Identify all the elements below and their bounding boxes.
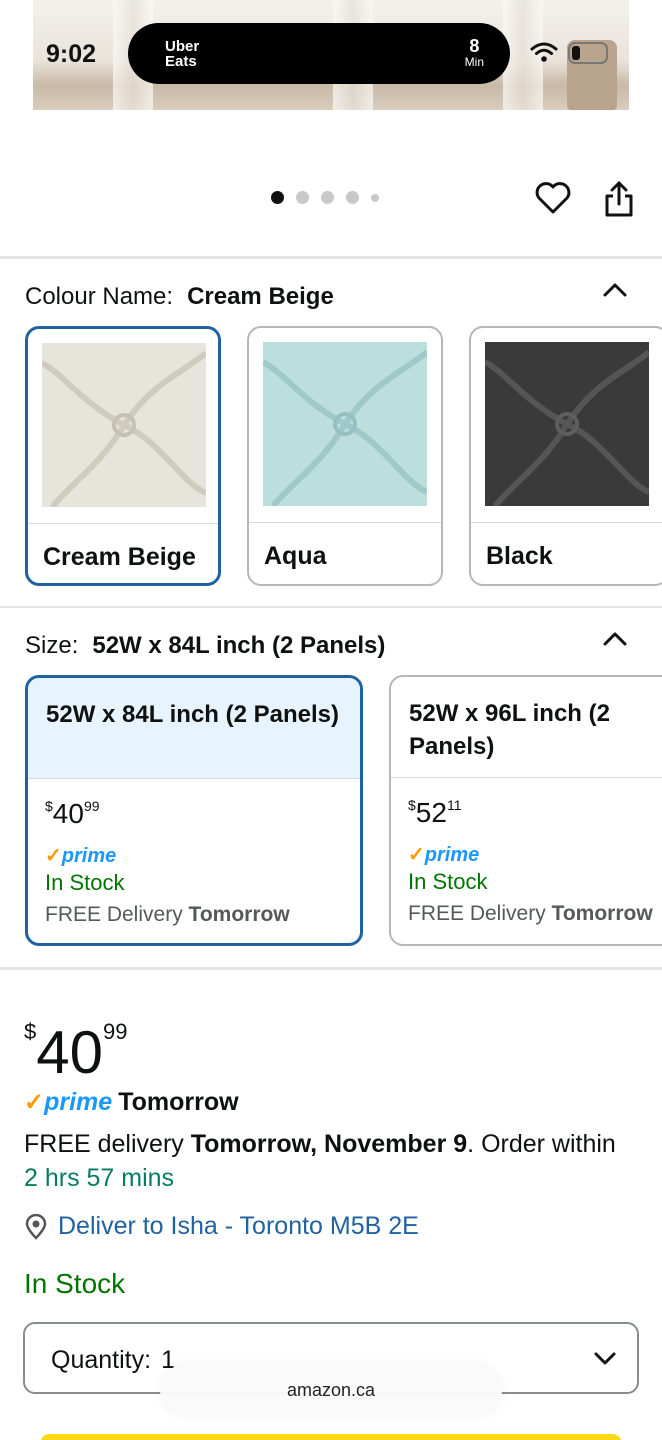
pager-dot[interactable] bbox=[321, 191, 334, 204]
product-price: $4099 bbox=[24, 1019, 128, 1086]
delivery-info: FREE Delivery Tomorrow bbox=[45, 903, 290, 926]
size-option-title: 52W x 84L inch (2 Panels) bbox=[28, 678, 360, 778]
fabric-swatch bbox=[485, 342, 649, 506]
size-option-price: $5211 bbox=[408, 797, 462, 828]
fabric-swatch bbox=[42, 343, 206, 507]
delivery-message: FREE delivery Tomorrow, November 9. Orde… bbox=[24, 1130, 616, 1192]
size-option-52x96[interactable]: 52W x 96L inch (2 Panels) $5211 ✓ prime I… bbox=[389, 675, 662, 946]
pager-dot[interactable] bbox=[346, 191, 359, 204]
stock-status: In Stock bbox=[24, 1268, 126, 1299]
divider bbox=[0, 256, 662, 259]
colour-option-label: Black bbox=[486, 542, 553, 570]
prime-delivery-label: Tomorrow bbox=[118, 1088, 239, 1116]
colour-option-cream-beige[interactable]: Cream Beige bbox=[25, 326, 221, 586]
heart-icon[interactable] bbox=[533, 178, 573, 218]
eta-minutes: 8 bbox=[469, 36, 480, 56]
brand-line1: Uber bbox=[165, 38, 200, 55]
size-option-price: $4099 bbox=[45, 798, 100, 829]
divider bbox=[0, 967, 662, 970]
quantity-label: Quantity: 1 bbox=[51, 1346, 175, 1374]
prime-logo: ✓ prime bbox=[24, 1088, 113, 1116]
colour-selected-value: Cream Beige bbox=[187, 283, 334, 310]
colour-heading: Colour Name: Cream Beige bbox=[25, 283, 334, 311]
pager-dot[interactable] bbox=[271, 191, 284, 204]
prime-badge: ✓ prime bbox=[45, 845, 117, 867]
size-label: Size: bbox=[25, 632, 79, 659]
colour-option-black[interactable]: Black bbox=[469, 326, 662, 586]
wifi-icon bbox=[530, 42, 558, 62]
collapse-chevron-icon[interactable] bbox=[601, 630, 629, 648]
brand-line2: Eats bbox=[165, 53, 197, 70]
add-to-cart-button[interactable] bbox=[40, 1434, 622, 1440]
colour-option-label: Aqua bbox=[264, 542, 327, 570]
size-option-52x84[interactable]: 52W x 84L inch (2 Panels) $4099 ✓ prime I… bbox=[25, 675, 363, 946]
collapse-chevron-icon[interactable] bbox=[601, 281, 629, 299]
size-selected-value: 52W x 84L inch (2 Panels) bbox=[92, 632, 386, 659]
share-icon[interactable] bbox=[602, 180, 636, 218]
divider bbox=[0, 606, 662, 608]
fabric-swatch bbox=[263, 342, 427, 506]
colour-option-aqua[interactable]: Aqua bbox=[247, 326, 443, 586]
stock-status: In Stock bbox=[408, 869, 488, 894]
live-activity-eta: 8 Min bbox=[465, 37, 484, 69]
live-activity-brand: Uber Eats bbox=[165, 39, 199, 69]
prime-delivery-line: ✓ prime Tomorrow bbox=[24, 1088, 239, 1117]
size-option-title: 52W x 96L inch (2 Panels) bbox=[409, 700, 610, 760]
pager-dot[interactable] bbox=[296, 191, 309, 204]
live-activity[interactable]: Uber Eats 8 Min bbox=[128, 23, 510, 84]
pager-dot[interactable] bbox=[371, 193, 379, 202]
status-time: 9:02 bbox=[46, 40, 97, 68]
deliver-to-link[interactable]: Deliver to Isha - Toronto M5B 2E bbox=[24, 1212, 419, 1241]
deliver-to-text: Deliver to Isha - Toronto M5B 2E bbox=[58, 1212, 419, 1240]
colour-label: Colour Name: bbox=[25, 283, 174, 310]
colour-option-label: Cream Beige bbox=[43, 543, 196, 571]
delivery-info: FREE Delivery Tomorrow bbox=[408, 902, 653, 925]
stock-status: In Stock bbox=[45, 870, 125, 895]
size-heading: Size: 52W x 84L inch (2 Panels) bbox=[25, 632, 385, 660]
browser-url-bar[interactable]: amazon.ca bbox=[160, 1364, 502, 1416]
delivery-countdown: 2 hrs 57 mins bbox=[24, 1164, 175, 1192]
image-pager[interactable] bbox=[271, 191, 379, 204]
chevron-down-icon bbox=[594, 1352, 616, 1365]
eta-unit: Min bbox=[464, 55, 484, 69]
location-pin-icon bbox=[25, 1213, 47, 1240]
prime-badge: ✓ prime bbox=[408, 844, 480, 866]
battery-icon bbox=[568, 42, 608, 64]
